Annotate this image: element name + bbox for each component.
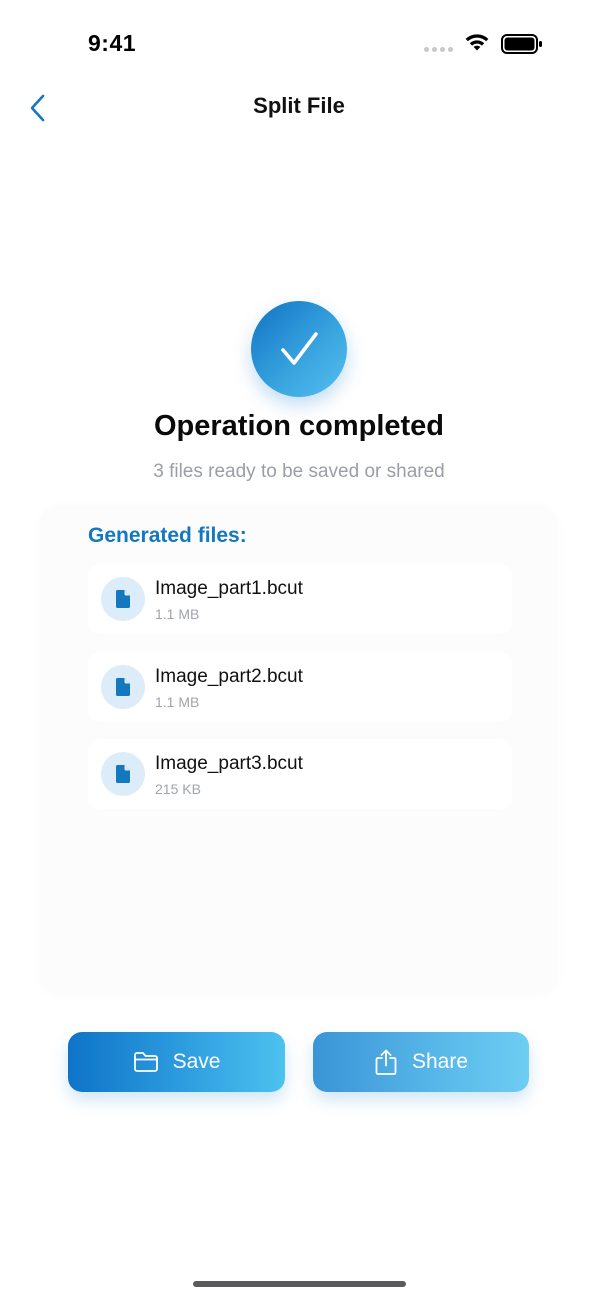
battery-icon xyxy=(501,34,542,54)
cellular-signal-icon xyxy=(424,47,453,52)
file-list-item[interactable]: Image_part2.bcut 1.1 MB xyxy=(88,652,512,722)
file-name: Image_part3.bcut xyxy=(155,753,303,774)
status-bar: 9:41 xyxy=(0,0,598,90)
file-icon-badge xyxy=(101,752,145,796)
result-subtitle: 3 files ready to be saved or shared xyxy=(153,461,445,482)
folder-icon xyxy=(133,1052,158,1072)
wifi-icon xyxy=(465,34,489,51)
file-list-item[interactable]: Image_part1.bcut 1.1 MB xyxy=(88,564,512,634)
save-button-label: Save xyxy=(172,1050,221,1073)
document-icon xyxy=(116,590,130,608)
navigation-bar: Split File xyxy=(0,80,598,136)
generated-files-panel: Generated files: Image_part1.bcut 1.1 MB… xyxy=(40,506,558,992)
file-size: 1.1 MB xyxy=(155,606,200,622)
document-icon xyxy=(116,678,130,696)
checkmark-icon xyxy=(281,332,318,365)
file-size: 1.1 MB xyxy=(155,694,200,710)
file-size: 215 KB xyxy=(155,781,201,797)
files-heading: Generated files: xyxy=(88,524,247,547)
share-button[interactable]: Share xyxy=(313,1032,529,1092)
share-icon xyxy=(375,1049,397,1075)
file-list-item[interactable]: Image_part3.bcut 215 KB xyxy=(88,739,512,809)
status-time: 9:41 xyxy=(88,30,137,56)
result-title: Operation completed xyxy=(153,410,445,442)
file-icon-badge xyxy=(101,577,145,621)
file-name: Image_part2.bcut xyxy=(155,666,303,687)
page-title: Split File xyxy=(253,93,345,118)
file-icon-badge xyxy=(101,665,145,709)
file-name: Image_part1.bcut xyxy=(155,578,303,599)
success-badge xyxy=(251,301,347,397)
save-button[interactable]: Save xyxy=(68,1032,285,1092)
home-indicator[interactable] xyxy=(193,1281,406,1287)
share-button-label: Share xyxy=(411,1050,469,1073)
document-icon xyxy=(116,765,130,783)
